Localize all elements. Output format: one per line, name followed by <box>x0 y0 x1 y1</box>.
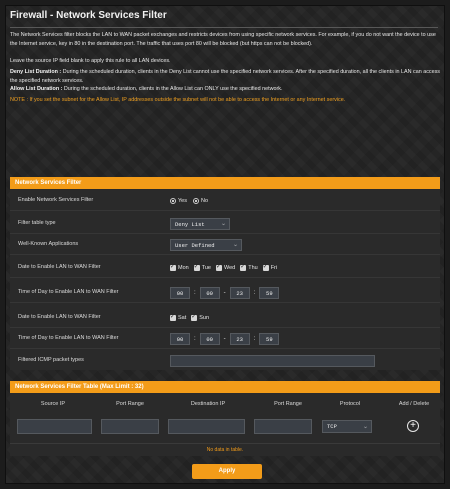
tue-label: Tue <box>201 265 211 271</box>
title-divider <box>10 27 438 28</box>
table-section-header: Network Services Filter Table (Max Limit… <box>10 381 440 393</box>
weekend-time-row: Time of Day to Enable LAN to WAN Filter … <box>10 329 440 349</box>
column-source-ip: Source IP <box>40 401 66 407</box>
fri-label: Fri <box>270 265 278 271</box>
wed-checkbox[interactable] <box>215 263 222 271</box>
destination-ip-input[interactable] <box>168 419 245 434</box>
weekday-time-row: Time of Day to Enable LAN to WAN Filter … <box>10 283 440 303</box>
table-type-value: Deny List <box>175 220 205 228</box>
weekend-from-hour-input[interactable]: 00 <box>170 333 190 345</box>
weekday-date-row: Date to Enable LAN to WAN Filter Mon Tue… <box>10 258 440 278</box>
known-apps-value: User Defined <box>175 241 215 249</box>
description-deny-list: Deny List Duration : During the schedule… <box>10 68 440 85</box>
weekday-to-minute-input[interactable]: 59 <box>259 287 280 299</box>
table-type-row: Filter table type Deny List ⌵ <box>10 214 440 234</box>
allow-list-text: During the scheduled duration, clients i… <box>62 86 283 92</box>
enable-yes-radio[interactable] <box>170 198 176 204</box>
weekday-date-label: Date to Enable LAN to WAN Filter <box>18 264 101 270</box>
icmp-types-input[interactable] <box>170 355 375 367</box>
dest-port-range-input[interactable] <box>254 419 312 434</box>
weekday-time-label: Time of Day to Enable LAN to WAN Filter <box>18 289 119 295</box>
chevron-down-icon: ⌵ <box>233 242 237 248</box>
chevron-down-icon: ⌵ <box>221 221 225 227</box>
empty-table-message: No data in table. <box>10 443 440 456</box>
weekend-date-label: Date to Enable LAN to WAN Filter <box>18 314 101 320</box>
column-destination-ip: Destination IP <box>190 401 226 407</box>
known-apps-row: Well-Known Applications User Defined ⌵ <box>10 235 440 255</box>
note-text: NOTE : If you set the subnet for the All… <box>10 97 346 103</box>
thu-checkbox[interactable] <box>240 263 247 271</box>
time-range-separator: - <box>223 336 226 342</box>
page-title: Firewall - Network Services Filter <box>10 10 167 21</box>
mon-label: Mon <box>178 265 189 271</box>
weekday-from-hour-input[interactable]: 00 <box>170 287 190 299</box>
time-separator: : <box>253 336 256 342</box>
icmp-row: Filtered ICMP packet types <box>10 351 440 371</box>
weekend-time-label: Time of Day to Enable LAN to WAN Filter <box>18 335 119 341</box>
sat-checkbox[interactable] <box>170 313 176 321</box>
description-allow-list: Allow List Duration : During the schedul… <box>10 85 440 94</box>
fri-checkbox[interactable] <box>262 263 269 271</box>
weekend-date-row: Date to Enable LAN to WAN Filter Sat Sun <box>10 308 440 328</box>
wed-label: Wed <box>223 265 236 271</box>
table-header-row: Source IP Port Range Destination IP Port… <box>10 396 440 412</box>
deny-list-text: During the scheduled duration, clients i… <box>10 69 440 84</box>
tue-checkbox[interactable] <box>193 263 200 271</box>
weekend-to-minute-input[interactable]: 59 <box>259 333 280 345</box>
time-separator: : <box>194 336 196 342</box>
thu-label: Thu <box>248 265 258 271</box>
weekend-from-minute-input[interactable]: 00 <box>199 333 220 345</box>
source-ip-input[interactable] <box>17 419 92 434</box>
column-port-range: Port Range <box>116 401 144 407</box>
protocol-select[interactable]: TCP ⌵ <box>322 420 372 433</box>
time-separator: : <box>194 290 196 296</box>
filter-section-header: Network Services Filter <box>10 177 440 189</box>
weekend-to-hour-input[interactable]: 23 <box>229 333 250 345</box>
sat-label: Sat <box>178 315 187 321</box>
table-type-select[interactable]: Deny List ⌵ <box>170 218 230 230</box>
plus-circle-icon[interactable]: + <box>407 420 419 432</box>
mon-checkbox[interactable] <box>170 263 176 271</box>
sun-label: Sun <box>199 315 210 321</box>
weekday-from-minute-input[interactable]: 00 <box>199 287 220 299</box>
sun-checkbox[interactable] <box>191 313 198 321</box>
description-intro: The Network Services filter blocks the L… <box>10 32 436 47</box>
enable-no-label: No <box>200 198 209 204</box>
time-separator: : <box>253 290 256 296</box>
enable-no-radio[interactable] <box>192 198 199 204</box>
port-range-input[interactable] <box>101 419 159 434</box>
enable-filter-row: Enable Network Services Filter Yes No <box>10 191 440 211</box>
known-apps-label: Well-Known Applications <box>18 241 79 247</box>
apply-button[interactable]: Apply <box>192 464 262 479</box>
table-type-label: Filter table type <box>18 220 56 226</box>
enable-filter-label: Enable Network Services Filter <box>18 197 94 203</box>
enable-yes-label: Yes <box>178 198 187 204</box>
description-source-ip: Leave the source IP field blank to apply… <box>10 58 171 64</box>
protocol-value: TCP <box>327 423 337 430</box>
chevron-down-icon: ⌵ <box>363 423 367 430</box>
allow-list-label: Allow List Duration : <box>10 86 63 92</box>
column-protocol: Protocol <box>339 401 361 407</box>
weekday-to-hour-input[interactable]: 23 <box>229 287 250 299</box>
known-apps-select[interactable]: User Defined ⌵ <box>170 239 242 251</box>
time-range-separator: - <box>223 290 226 296</box>
column-dest-port-range: Port Range <box>274 401 302 407</box>
deny-list-label: Deny List Duration : <box>10 69 62 75</box>
column-add-delete: Add / Delete <box>398 401 430 407</box>
icmp-label: Filtered ICMP packet types <box>18 357 84 363</box>
